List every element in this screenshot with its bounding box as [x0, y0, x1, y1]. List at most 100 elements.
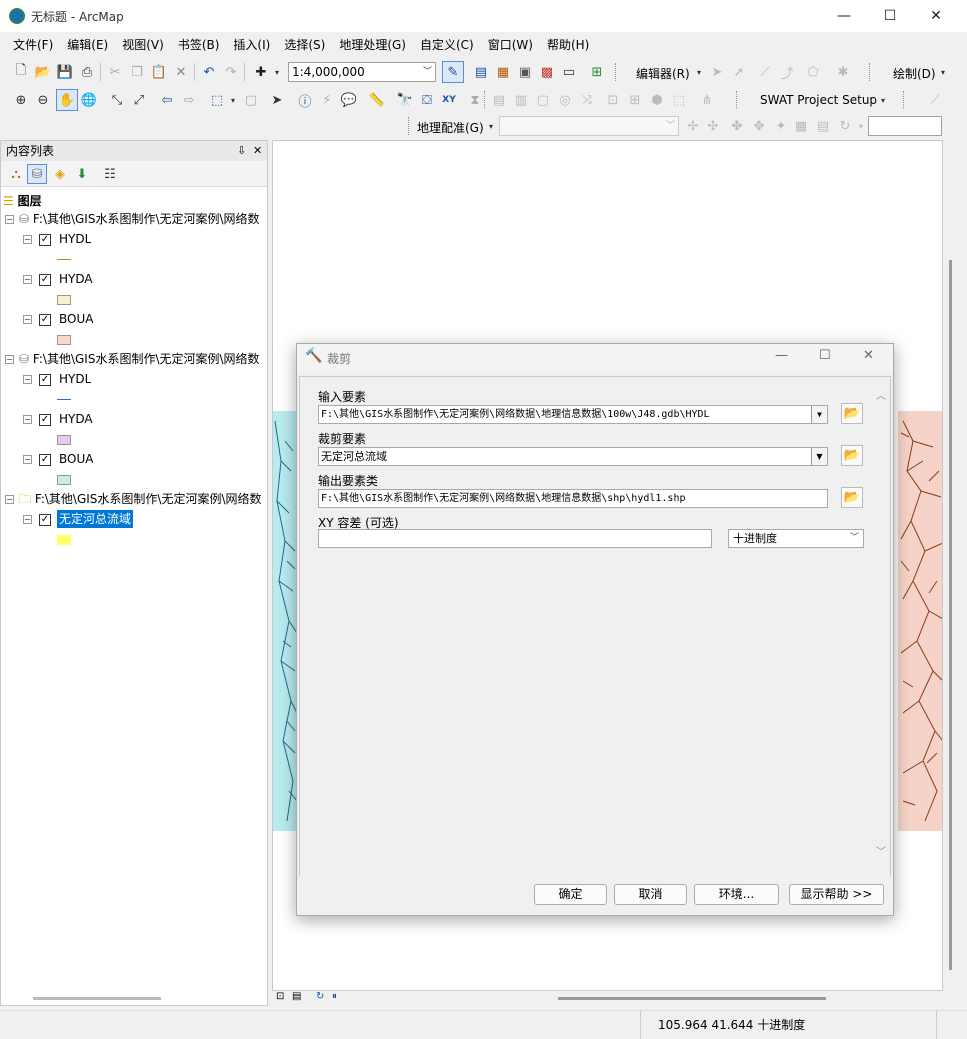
- add-data-dropdown-icon[interactable]: ▾: [268, 63, 286, 81]
- draw-line-icon[interactable]: ⟋: [926, 91, 944, 109]
- search-window-icon[interactable]: ▣: [516, 63, 534, 81]
- edit-vertices-icon[interactable]: ⬠: [804, 63, 822, 81]
- measure-icon[interactable]: 📏: [368, 91, 386, 109]
- pan-hand-icon[interactable]: ✋: [56, 89, 78, 111]
- editor-dropdown-icon[interactable]: ▾: [690, 63, 708, 81]
- map-vertical-scrollbar[interactable]: [943, 140, 958, 991]
- split-tool-icon[interactable]: ✱: [834, 63, 852, 81]
- identify-icon[interactable]: ⓘ: [296, 91, 314, 110]
- close-toc-icon[interactable]: ✕: [253, 141, 262, 161]
- layout-tool-3-icon[interactable]: ▢: [534, 91, 552, 109]
- toc-group-3[interactable]: 🗀 F:\其他\GIS水系图制作\无定河案例\网络数: [19, 489, 267, 509]
- fill-symbol[interactable]: [57, 535, 71, 545]
- draw-menu[interactable]: 绘制(D): [893, 65, 936, 82]
- menu-customize[interactable]: 自定义(C): [413, 34, 481, 56]
- undo-icon[interactable]: ↶: [200, 63, 218, 81]
- fill-symbol[interactable]: [57, 295, 71, 305]
- collapse-layer-icon[interactable]: −: [23, 235, 32, 244]
- layer-visibility-checkbox[interactable]: ✓: [39, 314, 51, 326]
- input-features-field[interactable]: F:\其他\GIS水系图制作\无定河案例\网络数据\地理信息数据\100w\J4…: [318, 405, 828, 424]
- pin-icon[interactable]: ⇩: [237, 141, 246, 161]
- minimize-button[interactable]: —: [821, 4, 867, 28]
- georef-tool-7-icon[interactable]: ▤: [814, 117, 832, 135]
- fill-symbol[interactable]: [57, 475, 71, 485]
- layer-name[interactable]: BOUA: [59, 449, 93, 469]
- toc-group-1[interactable]: ⛁ F:\其他\GIS水系图制作\无定河案例\网络数: [19, 209, 267, 229]
- dialog-maximize-icon[interactable]: ☐: [819, 348, 831, 363]
- menu-help[interactable]: 帮助(H): [540, 34, 596, 56]
- output-browse-folder-icon[interactable]: 📂: [841, 487, 863, 508]
- dialog-minimize-icon[interactable]: —: [775, 348, 788, 363]
- list-by-drawing-order-icon[interactable]: ⛬: [7, 165, 25, 183]
- list-by-source-icon[interactable]: ⛁: [27, 164, 47, 184]
- select-dropdown-icon[interactable]: ▾: [224, 91, 242, 109]
- collapse-layer-icon[interactable]: −: [23, 375, 32, 384]
- georeferencing-menu[interactable]: 地理配准(G): [417, 119, 484, 136]
- dialog-vertical-scrollbar[interactable]: ︿ ﹀: [874, 377, 890, 875]
- toc-horizontal-scrollbar[interactable]: [33, 997, 161, 1000]
- open-folder-icon[interactable]: 📂: [34, 63, 52, 81]
- cut-icon[interactable]: ✂: [106, 63, 124, 81]
- swat-project-setup-menu[interactable]: SWAT Project Setup: [760, 93, 877, 107]
- menu-view[interactable]: 视图(V): [115, 34, 171, 56]
- collapse-group-2-icon[interactable]: −: [5, 355, 14, 364]
- layer-name[interactable]: HYDA: [59, 269, 93, 289]
- collapse-group-3-icon[interactable]: −: [5, 495, 14, 504]
- scroll-down-icon[interactable]: ﹀: [876, 843, 886, 858]
- collapse-layer-icon[interactable]: −: [23, 415, 32, 424]
- line-symbol[interactable]: [57, 399, 71, 400]
- selected-layer-name[interactable]: 无定河总流域: [57, 510, 134, 528]
- layout-tool-10-icon[interactable]: ⋔: [698, 91, 716, 109]
- pause-drawing-icon[interactable]: ⏸: [332, 991, 337, 1002]
- view-link-table-icon[interactable]: ▦: [792, 117, 810, 135]
- layout-tool-7-icon[interactable]: ⊞: [626, 91, 644, 109]
- go-back-icon[interactable]: ⇦: [158, 91, 176, 109]
- layer-visibility-checkbox[interactable]: ✓: [39, 234, 51, 246]
- georef-tool-5-icon[interactable]: ✦: [772, 117, 790, 135]
- full-extent-globe-icon[interactable]: 🌐: [80, 91, 98, 109]
- redo-icon[interactable]: ↷: [222, 63, 240, 81]
- list-by-visibility-icon[interactable]: ◈: [51, 165, 69, 183]
- auto-registration-icon[interactable]: ✣: [704, 117, 722, 135]
- swat-dropdown-icon[interactable]: ▾: [874, 91, 892, 109]
- save-icon[interactable]: 💾: [56, 63, 74, 81]
- menu-file[interactable]: 文件(F): [6, 34, 60, 56]
- vertical-scroll-thumb[interactable]: [949, 260, 952, 970]
- xy-tolerance-input[interactable]: [318, 529, 712, 548]
- collapse-layer-icon[interactable]: −: [23, 455, 32, 464]
- collapse-layer-icon[interactable]: −: [23, 315, 32, 324]
- menu-bookmarks[interactable]: 书签(B): [171, 34, 227, 56]
- layout-tool-6-icon[interactable]: ⊡: [604, 91, 622, 109]
- hyperlink-icon[interactable]: ⚡: [318, 91, 336, 109]
- print-icon[interactable]: ⎙: [78, 63, 96, 81]
- paste-icon[interactable]: 📋: [150, 63, 168, 81]
- table-of-contents-icon[interactable]: ▤: [472, 63, 490, 81]
- layer-name[interactable]: HYDL: [59, 369, 91, 389]
- menu-edit[interactable]: 编辑(E): [60, 34, 115, 56]
- fill-symbol[interactable]: [57, 435, 71, 445]
- clip-features-dropdown-icon[interactable]: ▼: [811, 448, 827, 465]
- clip-features-field[interactable]: 无定河总流域 ▼: [318, 447, 828, 466]
- menu-geoprocessing[interactable]: 地理处理(G): [332, 34, 413, 56]
- scroll-up-icon[interactable]: ︿: [876, 387, 886, 402]
- clip-browse-folder-icon[interactable]: 📂: [841, 445, 863, 466]
- layout-tool-1-icon[interactable]: ▤: [490, 91, 508, 109]
- xy-tolerance-unit-select[interactable]: 十进制度 ﹀: [728, 529, 864, 548]
- layers-root[interactable]: ☰ 图层: [3, 191, 42, 211]
- layout-tool-2-icon[interactable]: ▥: [512, 91, 530, 109]
- catalog-icon[interactable]: ▦: [494, 63, 512, 81]
- find-route-icon[interactable]: ⛋: [418, 91, 436, 109]
- layer-name[interactable]: HYDA: [59, 409, 93, 429]
- ok-button[interactable]: 确定: [534, 884, 607, 905]
- line-symbol[interactable]: [57, 259, 71, 260]
- maximize-button[interactable]: ☐: [867, 4, 913, 28]
- layout-view-icon[interactable]: ▤: [292, 991, 301, 1002]
- arctoolbox-icon[interactable]: ▩: [538, 63, 556, 81]
- edit-annotation-icon[interactable]: ➚: [730, 63, 748, 81]
- add-control-points-icon[interactable]: ✢: [684, 117, 702, 135]
- cancel-button[interactable]: 取消: [614, 884, 687, 905]
- fill-symbol[interactable]: [57, 335, 71, 345]
- environments-button[interactable]: 环境...: [694, 884, 779, 905]
- map-scale-combo[interactable]: 1:4,000,000 ﹀: [288, 62, 436, 82]
- model-builder-icon[interactable]: ⊞: [588, 63, 606, 81]
